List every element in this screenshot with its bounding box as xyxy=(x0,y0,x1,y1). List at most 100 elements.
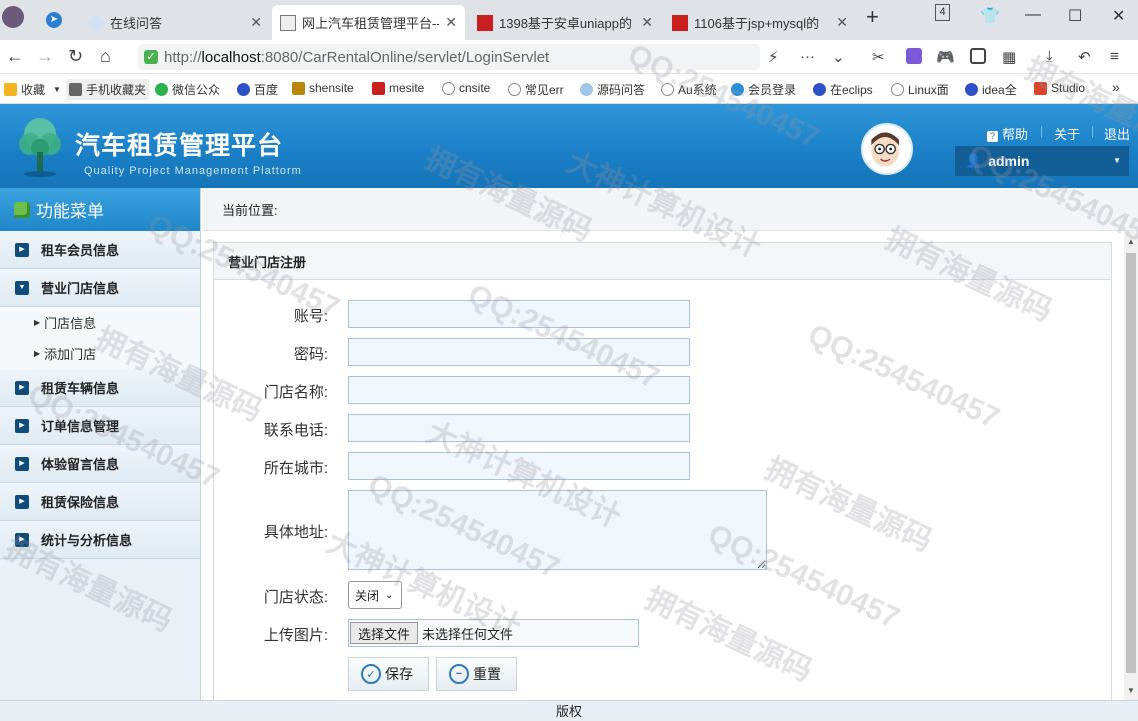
save-button[interactable]: ✓ 保存 xyxy=(348,657,429,691)
bookmark-mesite[interactable]: mesite xyxy=(372,81,424,95)
tab-0[interactable]: 在线问答 ✕ xyxy=(80,5,270,40)
address-textarea[interactable] xyxy=(348,490,767,570)
user-avatar[interactable] xyxy=(861,123,913,175)
shirt-icon[interactable]: 👕 xyxy=(980,6,1000,26)
city-input[interactable] xyxy=(348,452,690,480)
help-label: 帮助 xyxy=(1002,127,1029,142)
sidebar-item-insurance[interactable]: ▶ 租赁保险信息 xyxy=(0,483,200,521)
more-bookmarks-icon[interactable]: » xyxy=(1112,79,1120,95)
chevron-down-icon[interactable]: ⌄ xyxy=(832,48,845,66)
scroll-down-icon[interactable]: ▼ xyxy=(1127,686,1135,695)
close-window-button[interactable]: ✕ xyxy=(1112,6,1125,26)
footer: 版权 xyxy=(0,700,1138,721)
bookmark-favorites[interactable]: 收藏 ▼ xyxy=(4,81,61,98)
bookmark-label: 在eclips xyxy=(830,83,873,97)
sidebar: 功能菜单 ▶ 租车会员信息 ▼ 营业门店信息 ▶ 门店信息 ▶ 添加门店 ▶ 租赁车辆信息… xyxy=(0,188,201,700)
phone-icon xyxy=(69,83,82,96)
forward-icon[interactable]: → xyxy=(36,46,54,67)
close-icon[interactable]: ✕ xyxy=(250,14,262,31)
globe-icon xyxy=(661,83,674,96)
sidebar-item-orders[interactable]: ▶ 订单信息管理 xyxy=(0,407,200,445)
sidebar-item-vehicles[interactable]: ▶ 租赁车辆信息 xyxy=(0,369,200,407)
scroll-up-icon[interactable]: ▲ xyxy=(1127,237,1135,246)
bookmarks-bar: 收藏 ▼ 手机收藏夹 微信公众 百度 shensite mesite cnsite… xyxy=(0,74,1138,104)
phone-input[interactable] xyxy=(348,414,690,442)
reader-icon[interactable] xyxy=(970,48,986,64)
sidebar-item-messages[interactable]: ▶ 体验留言信息 xyxy=(0,445,200,483)
menu-icon[interactable]: ≡ xyxy=(1110,48,1119,65)
sidebar-item-statistics[interactable]: ▶ 统计与分析信息 xyxy=(0,521,200,559)
bookmark-eclipse[interactable]: 在eclips xyxy=(813,81,876,98)
scrollbar[interactable]: ▲ ▼ xyxy=(1124,231,1138,700)
bookmark-label: Studio xyxy=(1051,81,1086,95)
scroll-thumb[interactable] xyxy=(1126,253,1136,673)
bookmark-linux[interactable]: Linux面 xyxy=(891,81,951,98)
tab-title: 在线问答 xyxy=(110,16,163,31)
password-input[interactable] xyxy=(348,338,690,366)
account-input[interactable] xyxy=(348,300,690,328)
bookmark-label: 微信公众 xyxy=(172,83,221,97)
about-link[interactable]: 关于 xyxy=(1054,124,1080,143)
reset-button[interactable]: − 重置 xyxy=(436,657,517,691)
bookmark-mobile[interactable]: 手机收藏夹 xyxy=(66,79,150,100)
url-field[interactable]: ✓ http://localhost:8080/CarRentalOnline/… xyxy=(138,44,760,70)
help-link[interactable]: ? 帮助 xyxy=(987,124,1028,143)
sidebar-item-members[interactable]: ▶ 租车会员信息 xyxy=(0,231,200,269)
logout-link[interactable]: 退出 xyxy=(1104,124,1130,143)
minimize-button[interactable]: — xyxy=(1025,6,1041,24)
account-label: 账号: xyxy=(293,308,328,325)
status-select[interactable]: 关闭 ⌄ xyxy=(348,581,402,609)
tab-3[interactable]: 1106基于jsp+mysql的 ✕ xyxy=(664,5,856,40)
user-icon: 👤 xyxy=(965,153,982,168)
bookmark-baidu[interactable]: 百度 xyxy=(237,81,278,98)
tab-1-active[interactable]: 网上汽车租赁管理平台-- ✕ xyxy=(272,5,465,40)
bookmark-member[interactable]: 会员登录 xyxy=(731,81,799,98)
profile-avatar[interactable] xyxy=(2,6,24,28)
sidebar-item-stores[interactable]: ▼ 营业门店信息 xyxy=(0,269,200,307)
sidebar-subitem-add-store[interactable]: ▶ 添加门店 xyxy=(0,338,200,369)
bookmark-studio[interactable]: Studio xyxy=(1034,81,1092,95)
url-prefix: http:// xyxy=(164,48,202,66)
back-icon[interactable]: ← xyxy=(6,46,24,67)
bookmark-au[interactable]: Au系统 xyxy=(661,81,717,98)
store-name-input[interactable] xyxy=(348,376,690,404)
user-dropdown[interactable]: 👤 admin ▼ xyxy=(955,146,1129,176)
new-tab-button[interactable]: + xyxy=(866,4,879,30)
bookmark-err[interactable]: 常见err xyxy=(508,81,566,98)
apps-grid-icon[interactable]: ▦ xyxy=(1002,48,1016,66)
bookmark-qa[interactable]: 源码问答 xyxy=(580,81,645,98)
phone-label: 联系电话: xyxy=(263,422,328,439)
more-icon[interactable]: ··· xyxy=(800,48,815,65)
bookmark-label: idea全 xyxy=(982,83,1017,97)
bookmark-label: cnsite xyxy=(459,81,491,95)
undo-icon[interactable]: ↶ xyxy=(1078,48,1091,66)
translate-icon[interactable] xyxy=(906,48,922,64)
cartoon-face-icon xyxy=(871,132,899,167)
reload-icon[interactable]: ↻ xyxy=(68,46,83,67)
url-host: localhost xyxy=(201,48,261,66)
chat-icon xyxy=(580,83,593,96)
scissors-icon[interactable]: ✂ xyxy=(872,48,885,66)
bookmark-label: Au系统 xyxy=(678,83,717,97)
send-icon[interactable]: ➤ xyxy=(46,12,62,28)
tab-count-badge[interactable]: 4 xyxy=(935,4,950,21)
bookmark-cnsite[interactable]: cnsite xyxy=(442,81,490,95)
close-icon[interactable]: ✕ xyxy=(445,14,457,31)
tab-2[interactable]: 1398基于安卓uniapp的 ✕ xyxy=(469,5,661,40)
close-icon[interactable]: ✕ xyxy=(641,14,653,31)
sidebar-subitem-store-info[interactable]: ▶ 门店信息 xyxy=(0,307,200,338)
sidebar-item-label: 统计与分析信息 xyxy=(41,533,133,548)
choose-file-button[interactable]: 选择文件 xyxy=(350,622,419,644)
close-icon[interactable]: ✕ xyxy=(836,14,848,31)
lightning-icon[interactable]: ⚡ xyxy=(768,48,779,66)
gamepad-icon[interactable]: 🎮 xyxy=(936,48,955,66)
star-icon xyxy=(4,83,17,96)
bookmark-idea[interactable]: idea全 xyxy=(965,81,1020,98)
maximize-button[interactable]: ☐ xyxy=(1068,6,1082,26)
home-icon[interactable]: ⌂ xyxy=(100,46,111,67)
studio-icon xyxy=(1034,81,1047,95)
download-icon[interactable]: ⤓ xyxy=(1046,48,1053,65)
bookmark-shensite[interactable]: shensite xyxy=(292,81,354,95)
bookmark-label: shensite xyxy=(309,81,354,95)
bookmark-wechat[interactable]: 微信公众 xyxy=(155,81,225,98)
